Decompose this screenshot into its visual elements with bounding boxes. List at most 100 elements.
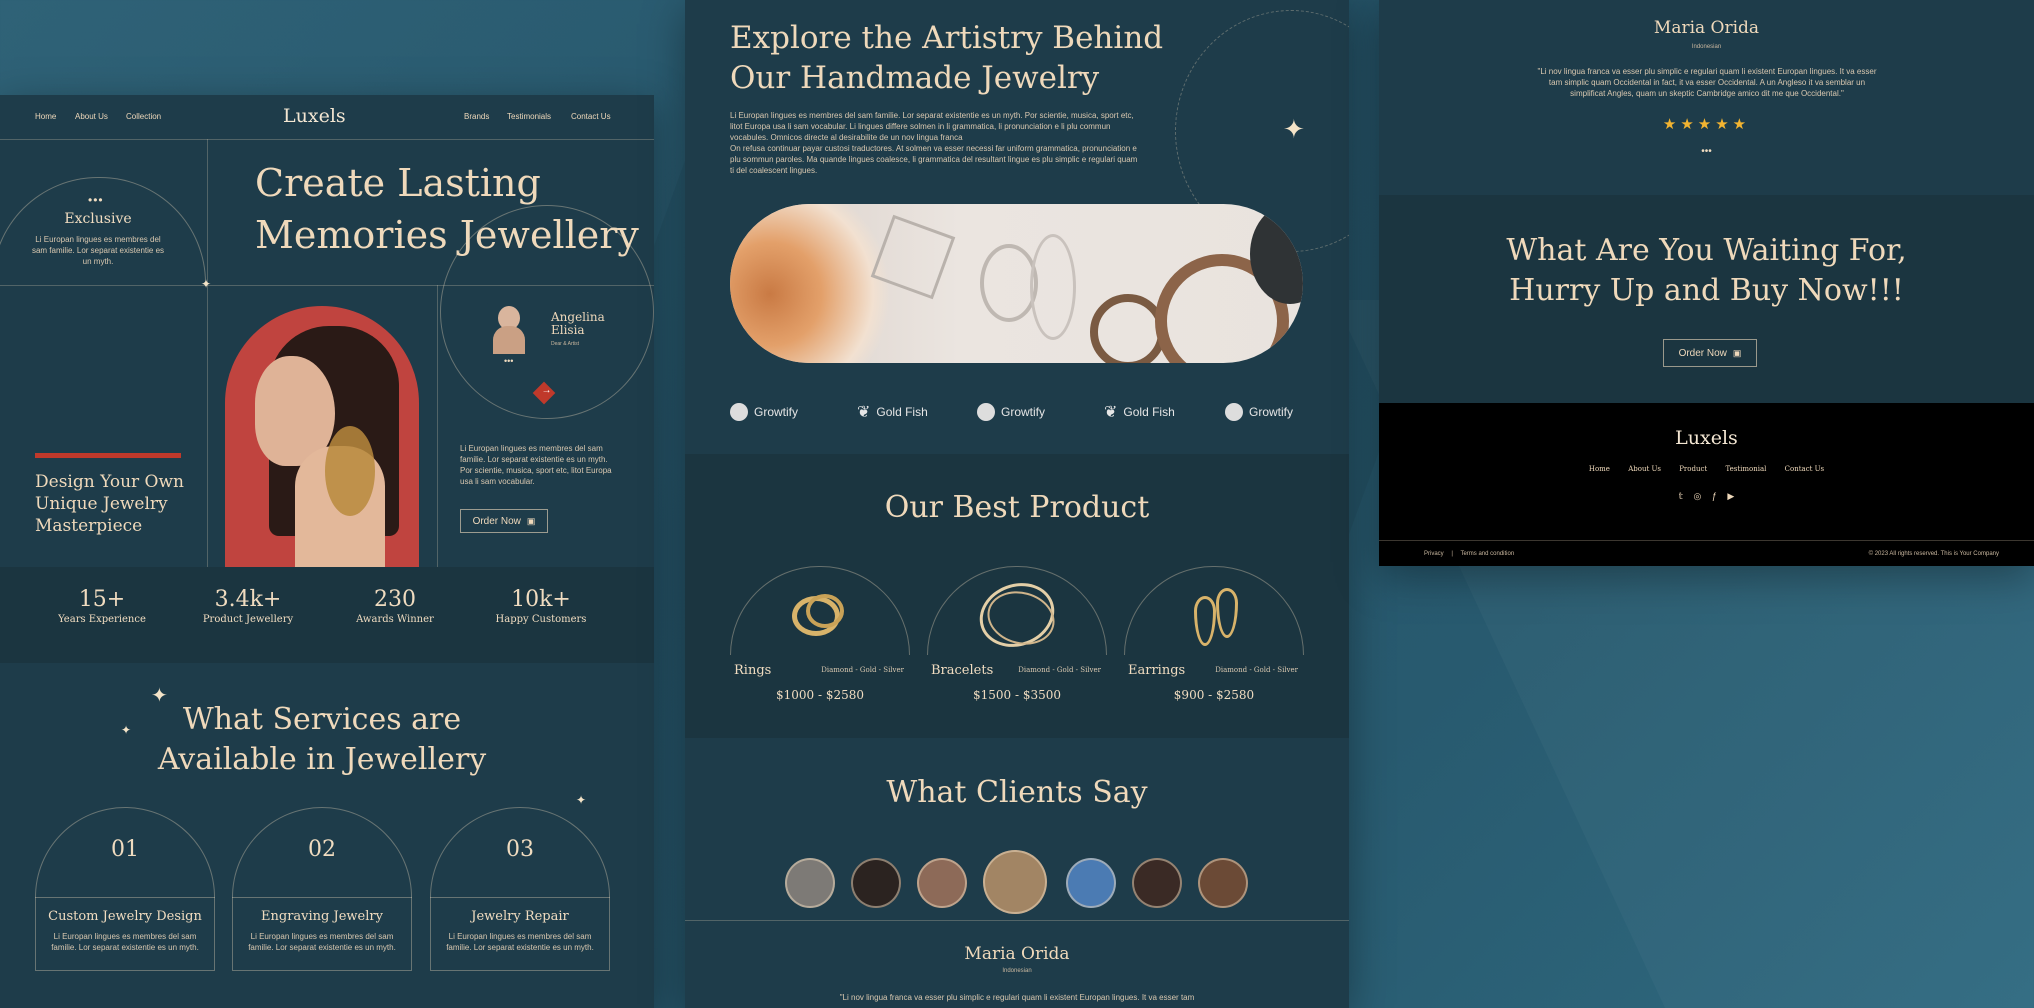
sparkle-icon: ✦ [201, 277, 212, 291]
services-title-line: Available in Jewellery [157, 742, 487, 777]
brand-logo[interactable]: Growtify [730, 403, 798, 421]
artistry-title: Explore the Artistry Behind Our Handmade… [730, 18, 1163, 98]
exclusive-title: Exclusive [64, 211, 132, 227]
profile-name-line: Elisia [551, 323, 585, 337]
social-icons: 𝕥 ◎ ƒ ▶ [1379, 491, 2034, 502]
accent-bar [35, 453, 181, 458]
model-portrait-image [225, 306, 419, 567]
star-icon: ★ [1715, 116, 1733, 133]
footer-link[interactable]: About Us [1628, 465, 1661, 473]
footer-bottom: Privacy | Terms and condition [1424, 551, 1514, 557]
client-name: Maria Orida [964, 944, 1070, 964]
stat-label: Happy Customers [495, 614, 587, 625]
service-card[interactable]: 03 Jewelry Repair Li Europan lingues es … [430, 807, 610, 971]
service-text: Li Europan lingues es membres del sam fa… [51, 932, 199, 952]
product-name: Rings [734, 663, 772, 678]
product-materials: Diamond - Gold - Silver [1018, 666, 1101, 674]
artistry-title-line: Our Handmade Jewelry [730, 60, 1100, 96]
client-name: Maria Orida [1653, 18, 1760, 38]
divider [207, 139, 208, 567]
footer-link[interactable]: Home [1589, 465, 1610, 473]
profile-role: Dear & Artist [551, 341, 580, 347]
client-avatar[interactable] [917, 858, 967, 908]
order-now-button[interactable]: Order Now ▣ [460, 509, 548, 533]
product-card[interactable]: Bracelets Diamond - Gold - Silver $1500 … [927, 566, 1107, 726]
client-quote: "Li nov lingua franca va esser plu simpl… [1537, 67, 1877, 98]
growtify-icon [977, 403, 995, 421]
hero-title-line: Create Lasting [255, 161, 541, 205]
nav-about[interactable]: About Us [75, 112, 108, 121]
service-card[interactable]: 01 Custom Jewelry Design Li Europan ling… [35, 807, 215, 971]
cta-section: What Are You Waiting For, Hurry Up and B… [1379, 195, 2034, 403]
client-avatar[interactable] [851, 858, 901, 908]
nav-home[interactable]: Home [35, 112, 56, 121]
ring-icon [806, 594, 844, 628]
logo[interactable]: Luxels [283, 105, 346, 127]
nav-collection[interactable]: Collection [126, 112, 161, 121]
brand-logo[interactable]: Growtify [977, 403, 1045, 421]
footer-link[interactable]: Testimonial [1725, 465, 1766, 473]
brand-logo[interactable]: ❦ Gold Fish [857, 402, 928, 422]
stat-label: Product Jewellery [202, 614, 294, 625]
nav-contact[interactable]: Contact Us [571, 112, 611, 121]
privacy-link[interactable]: Privacy [1424, 551, 1444, 557]
cta-title-line: What Are You Waiting For, [1506, 233, 1907, 268]
exclusive-text: Li Europan lingues es membres del sam fa… [31, 235, 165, 266]
product-price: $1500 - $3500 [972, 688, 1062, 702]
client-avatar[interactable] [1198, 858, 1248, 908]
artistry-paragraph: On refusa continuar payar custosi traduc… [730, 144, 1138, 175]
brand-logo[interactable]: Growtify [1225, 403, 1293, 421]
client-avatar[interactable] [1132, 858, 1182, 908]
instagram-icon[interactable]: ◎ [1693, 491, 1701, 501]
client-avatar[interactable] [1066, 858, 1116, 908]
side-title-line: Unique Jewelry [35, 494, 168, 514]
cta-title-line: Hurry Up and Buy Now!!! [1509, 273, 1904, 308]
youtube-icon[interactable]: ▶ [1727, 491, 1734, 501]
stats-bar: 15+ Years Experience 3.4k+ Product Jewelle… [0, 567, 654, 663]
cta-title: What Are You Waiting For, Hurry Up and B… [1379, 231, 2034, 311]
service-card[interactable]: 02 Engraving Jewelry Li Europan lingues … [232, 807, 412, 971]
nav-brands[interactable]: Brands [464, 112, 489, 121]
dots-icon: ••• [88, 193, 104, 207]
order-now-button[interactable]: Order Now ▣ [1663, 339, 1757, 367]
stat-label: Awards Winner [356, 614, 434, 625]
footer-logo[interactable]: Luxels [1379, 427, 2034, 449]
middle-panel: ✦ Explore the Artistry Behind Our Handma… [685, 0, 1349, 1008]
footer-link[interactable]: Contact Us [1785, 465, 1825, 473]
product-card[interactable]: Earrings Diamond - Gold - Silver $900 - … [1124, 566, 1304, 726]
service-number: 02 [308, 837, 336, 862]
services-title-line: What Services are [182, 702, 462, 737]
clients-title: What Clients Say [886, 775, 1148, 810]
dots-icon: ••• [504, 356, 514, 366]
product-name: Earrings [1128, 663, 1186, 678]
twitter-icon[interactable]: 𝕥 [1679, 491, 1683, 501]
rating-stars: ★★★★★ [1379, 115, 2034, 133]
artistry-paragraph: Li Europan lingues es membres del sam fa… [730, 111, 1134, 142]
client-avatar-active[interactable] [983, 850, 1047, 914]
artistry-title-line: Explore the Artistry Behind [730, 20, 1164, 56]
right-panel: Maria Orida Indonesian "Li nov lingua fr… [1379, 0, 2034, 566]
stat-label: Years Experience [58, 614, 146, 625]
product-card[interactable]: Rings Diamond - Gold - Silver $1000 - $2… [730, 566, 910, 726]
facebook-icon[interactable]: ƒ [1712, 491, 1717, 501]
body-text: Li Europan lingues es membres del sam fa… [460, 444, 612, 486]
growtify-icon [1225, 403, 1243, 421]
brand-logo[interactable]: ❦ Gold Fish [1104, 402, 1175, 422]
stat-item: 15+ Years Experience [42, 587, 162, 625]
divider [685, 920, 1349, 921]
stat-value: 230 [374, 587, 416, 612]
service-title: Engraving Jewelry [261, 909, 383, 924]
nav-testimonials[interactable]: Testimonials [507, 112, 551, 121]
order-now-label: Order Now [472, 515, 521, 527]
stat-item: 230 Awards Winner [335, 587, 455, 625]
services-title: What Services are Available in Jewellery [0, 700, 644, 780]
arrow-right-icon: → [541, 385, 552, 397]
client-avatar[interactable] [785, 858, 835, 908]
service-text: Li Europan lingues es membres del sam fa… [248, 932, 396, 952]
products-title: Our Best Product [884, 490, 1150, 525]
brand-name: Gold Fish [1123, 405, 1175, 419]
terms-link[interactable]: Terms and condition [1460, 551, 1514, 557]
profile-arc [438, 185, 654, 186]
divider [1379, 540, 2034, 541]
footer-link[interactable]: Product [1679, 465, 1707, 473]
